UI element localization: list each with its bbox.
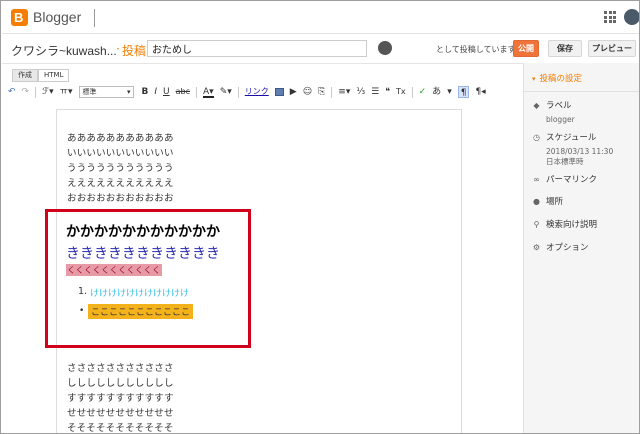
editor-toolbar: ↶ ↷ ℱ▾ ㅠ▾ 標準 B I U abc A▾ ✎▾ リンク ▶ ☺ ⎘ ≡…	[8, 84, 518, 100]
body-line: さささささささささささ	[67, 363, 174, 374]
undo-icon[interactable]: ↶	[8, 86, 16, 98]
highlight-color-icon[interactable]: ✎▾	[220, 86, 232, 98]
tab-html[interactable]: HTML	[38, 69, 70, 82]
rtl-direction-button[interactable]: ¶◂	[475, 86, 485, 98]
account-avatar[interactable]	[624, 9, 639, 25]
highlighted-ku-text: くくくくくくくくくくく	[66, 264, 162, 276]
settings-options-label: オプション	[546, 243, 589, 253]
body-line: あああああああああああ	[67, 133, 174, 144]
toolbar-separator	[237, 86, 239, 98]
settings-schedule[interactable]: ◷ スケジュール	[532, 131, 597, 144]
body-line: せせせせせせせせせせせ	[67, 408, 174, 419]
settings-search-description[interactable]: ⚲ 検索向け説明	[532, 218, 598, 231]
author-avatar	[378, 41, 392, 55]
body-line: えええええええええええ	[67, 178, 174, 189]
ordered-list-number: 1.	[78, 286, 88, 297]
settings-location-label: 場所	[546, 197, 564, 207]
settings-header[interactable]: ▾ 投稿の設定	[532, 72, 582, 84]
more-dropdown-icon[interactable]: ▾	[447, 86, 452, 98]
font-family-icon[interactable]: ℱ▾	[42, 86, 54, 98]
publish-button[interactable]: 公開	[513, 40, 539, 57]
post-settings-panel: ▾ 投稿の設定 ◆ ラベル blogger ◷ スケジュール 2018/03/13…	[523, 63, 639, 433]
bold-button[interactable]: B	[142, 86, 149, 98]
topbar-divider	[94, 9, 95, 27]
body-line: そそそそそそそそそそそ	[67, 423, 174, 434]
font-size-icon[interactable]: ㅠ▾	[60, 86, 73, 98]
chevron-down-icon: ▾	[532, 75, 536, 83]
body-line: すすすすすすすすすすす	[67, 393, 174, 404]
settings-permalink-label: パーマリンク	[546, 175, 598, 185]
settings-divider	[524, 91, 639, 92]
settings-schedule-label: スケジュール	[546, 133, 597, 143]
bullet-list-icon[interactable]: ☰	[371, 86, 379, 98]
body-line: ううううううううううう	[67, 163, 174, 174]
posts-link[interactable]: 投稿	[122, 42, 146, 59]
post-title-input[interactable]	[147, 40, 367, 57]
link-button[interactable]: リンク	[245, 86, 269, 98]
bullet-marker: •	[79, 306, 85, 316]
text-color-icon[interactable]: A▾	[203, 86, 214, 98]
posting-as-text: として投稿しています	[436, 45, 516, 54]
settings-header-label: 投稿の設定	[539, 74, 583, 84]
video-icon[interactable]: ▶	[290, 86, 297, 98]
quote-icon[interactable]: ❝	[385, 86, 390, 98]
clear-format-icon[interactable]: Tx	[396, 86, 406, 98]
toolbar-separator	[411, 86, 413, 98]
settings-location[interactable]: ● 場所	[532, 195, 564, 208]
search-icon: ⚲	[533, 219, 540, 229]
spellcheck-icon[interactable]: ✓	[419, 86, 427, 98]
settings-labels-label: ラベル	[546, 101, 572, 111]
schedule-timezone: 日本標準時	[546, 157, 584, 166]
heading-black: かかかかかかかかかかか	[66, 224, 220, 240]
screenshot-frame: B Blogger クワシラ~kuwash... · 投稿 として投稿しています…	[0, 0, 640, 434]
jump-break-icon[interactable]: ⎘	[318, 86, 325, 98]
schedule-date: 2018/03/13 11:30	[546, 147, 614, 156]
settings-permalink[interactable]: ∞ パーマリンク	[532, 173, 598, 186]
breadcrumb-separator: ·	[116, 42, 120, 56]
labels-value: blogger	[546, 115, 575, 124]
link-icon: ∞	[533, 174, 540, 184]
ordered-list-item: けけけけけけけけけけけ	[90, 289, 190, 299]
body-line: おおおおおおおおおおお	[67, 193, 174, 204]
ltr-direction-button[interactable]: ¶	[457, 86, 470, 98]
redo-icon[interactable]: ↷	[22, 86, 30, 98]
blogger-logo-icon[interactable]: B	[11, 9, 28, 26]
image-icon[interactable]	[274, 88, 284, 96]
post-title-row: クワシラ~kuwash... · 投稿 として投稿しています 公開 保存 プレビ…	[2, 35, 639, 63]
logo-letter: B	[14, 10, 24, 25]
align-icon[interactable]: ≡▾	[338, 86, 350, 98]
clock-icon: ◷	[533, 132, 540, 142]
tab-compose[interactable]: 作成	[12, 69, 38, 82]
settings-labels[interactable]: ◆ ラベル	[532, 99, 572, 112]
underline-button[interactable]: U	[163, 86, 170, 98]
top-bar: B Blogger	[2, 2, 639, 34]
toolbar-separator	[35, 86, 37, 98]
brand-name[interactable]: Blogger	[33, 9, 81, 25]
toolbar-separator	[196, 86, 198, 98]
pin-icon: ●	[533, 196, 540, 206]
emoji-icon[interactable]: ☺	[303, 86, 312, 98]
heading-blue: ききききききききききき	[66, 246, 220, 262]
toolbar-separator	[331, 86, 333, 98]
settings-search-label: 検索向け説明	[546, 220, 598, 230]
numbered-list-icon[interactable]: ⅓	[356, 86, 365, 98]
body-line: いいいいいいいいいいい	[67, 148, 174, 159]
apps-grid-icon[interactable]	[604, 11, 616, 23]
blog-name[interactable]: クワシラ~kuwash...	[11, 42, 117, 59]
preview-button[interactable]: プレビュー	[588, 40, 636, 57]
format-select[interactable]: 標準	[78, 86, 134, 98]
mode-tabs: 作成 HTML	[12, 69, 70, 82]
strikethrough-button[interactable]: abc	[176, 86, 190, 98]
settings-options[interactable]: ⚙ オプション	[532, 241, 589, 254]
save-button[interactable]: 保存	[548, 40, 582, 57]
label-icon: ◆	[533, 100, 540, 110]
transliteration-icon[interactable]: あ	[432, 86, 441, 98]
body-line: ししししししししししし	[67, 378, 174, 389]
bullet-list-item: こここここここここここ	[88, 304, 194, 319]
italic-button[interactable]: I	[154, 86, 157, 98]
gear-icon: ⚙	[532, 242, 541, 252]
